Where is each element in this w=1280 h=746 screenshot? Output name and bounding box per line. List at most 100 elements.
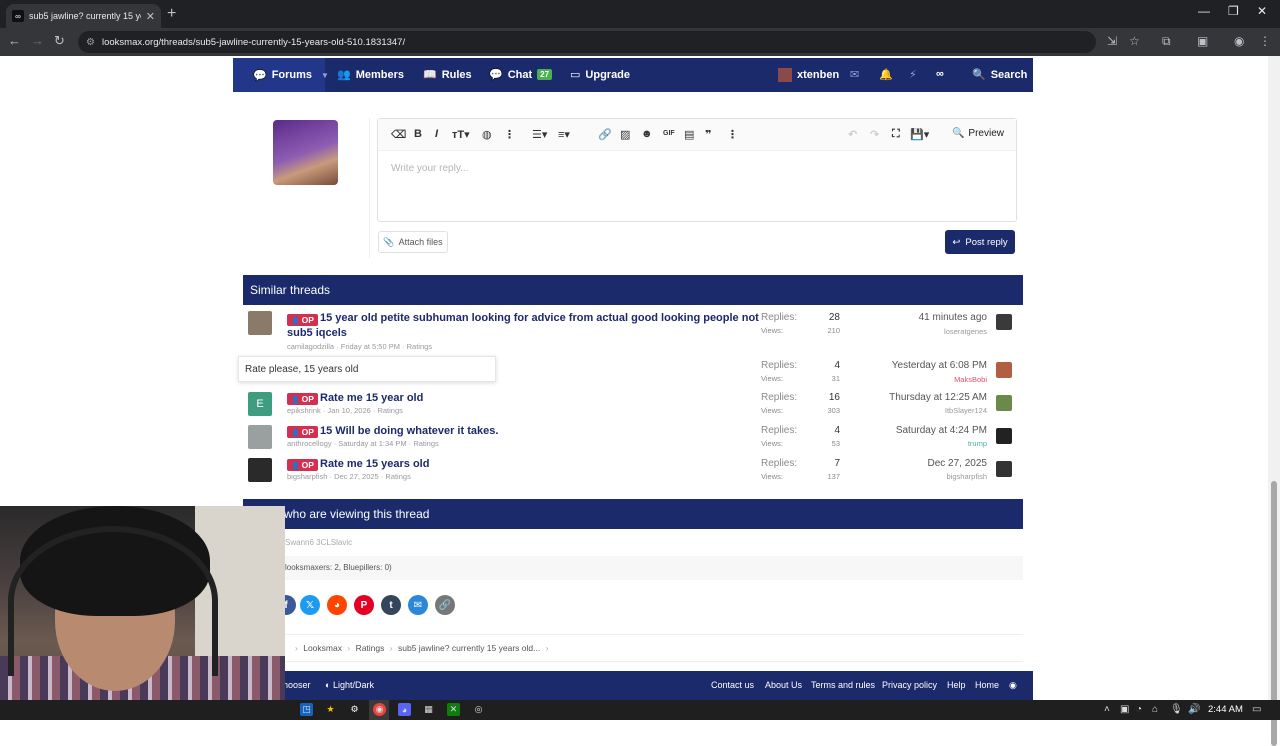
footer-contact-link[interactable]: Contact us [711, 680, 754, 690]
undo-icon[interactable]: ↶ [848, 128, 857, 141]
avatar[interactable] [996, 461, 1012, 477]
nav-upgrade[interactable]: ▭ Upgrade [570, 68, 630, 82]
tray-chevron-icon[interactable]: ˄ [1104, 704, 1110, 715]
pinterest-icon[interactable]: P [354, 595, 374, 615]
rss-icon[interactable]: ◉ [1009, 680, 1017, 691]
footer-terms-link[interactable]: Terms and rules [811, 680, 875, 690]
style-chooser-link[interactable]: hooser [283, 680, 311, 690]
forward-icon[interactable]: → [31, 33, 44, 48]
attach-files-button[interactable]: 📎 Attach files [378, 231, 448, 253]
bookmark-star-icon[interactable]: ☆ [1129, 34, 1140, 48]
fullscreen-icon[interactable]: ⛶ [892, 128, 900, 141]
image-icon[interactable]: ▨ [620, 128, 630, 141]
thread-title[interactable]: 15 year old petite subhuman looking for … [320, 312, 759, 324]
reddit-icon[interactable]: ◕ [327, 595, 347, 615]
text-size-icon[interactable]: тT▾ [452, 128, 470, 141]
infinity-icon[interactable]: ∞ [936, 68, 944, 80]
eraser-icon[interactable]: ⌫ [391, 128, 407, 141]
thread-title[interactable]: Rate me 15 years old [320, 458, 429, 470]
minimize-icon[interactable]: — [1198, 4, 1210, 18]
viewer-list[interactable]: Swann6 3CLSlavic [285, 538, 352, 547]
menu-icon[interactable]: ⋮ [1259, 34, 1271, 48]
quote-icon[interactable]: ❞ [705, 128, 711, 141]
breadcrumb-item[interactable]: sub5 jawline? currently 15 years old... [398, 643, 540, 653]
sidepanel-icon[interactable]: ▣ [1197, 34, 1208, 48]
chrome-icon[interactable]: ◉ [373, 703, 386, 716]
last-post-time[interactable]: Dec 27, 2025 [928, 458, 988, 469]
preview-button[interactable]: 🔍 Preview [952, 128, 1004, 139]
new-tab-icon[interactable]: + [167, 5, 176, 23]
obs-icon[interactable]: ◎ [472, 703, 485, 716]
list-icon[interactable]: ☰▾ [532, 128, 547, 141]
nav-members[interactable]: 👥 Members [337, 68, 404, 82]
avatar[interactable] [996, 395, 1012, 411]
last-post-time[interactable]: Saturday at 4:24 PM [896, 425, 987, 436]
thread-row[interactable]: OP 15 year old petite subhuman looking f… [243, 309, 1023, 351]
thread-title[interactable]: 15 Will be doing whatever it takes. [320, 425, 498, 437]
thread-title-line2[interactable]: sub5 iqcels [287, 327, 347, 339]
gif-icon[interactable]: GIF [663, 130, 675, 137]
tray-app-icon[interactable]: ▣ [1120, 704, 1129, 715]
back-icon[interactable]: ← [8, 33, 21, 48]
footer-privacy-link[interactable]: Privacy policy [882, 680, 937, 690]
chevron-down-icon[interactable]: ▼ [321, 71, 329, 80]
nav-search[interactable]: 🔍 Search [972, 68, 1027, 82]
calculator-icon[interactable]: ▦ [422, 703, 435, 716]
footer-home-link[interactable]: Home [975, 680, 999, 690]
footer-about-link[interactable]: About Us [765, 680, 802, 690]
avatar[interactable] [248, 425, 272, 449]
breadcrumb-item[interactable]: Looksmax [303, 643, 342, 653]
more-options-icon[interactable]: ⋮ [504, 128, 515, 141]
reload-icon[interactable]: ↻ [54, 33, 65, 49]
post-reply-button[interactable]: ↩ Post reply [945, 230, 1015, 254]
last-post-time[interactable]: Yesterday at 6:08 PM [892, 360, 987, 371]
avatar[interactable] [996, 428, 1012, 444]
notification-icon[interactable]: ▭ [1252, 704, 1261, 715]
install-icon[interactable]: ⇲ [1107, 34, 1117, 48]
nav-user[interactable]: xtenben [778, 68, 839, 82]
nav-chat[interactable]: 💬 Chat 27 [489, 68, 553, 81]
emoji-icon[interactable]: ☻ [641, 128, 653, 140]
last-post-user[interactable]: MaksBobi [954, 375, 987, 384]
palette-icon[interactable]: ◍ [482, 128, 492, 141]
bell-icon[interactable]: 🔔 [879, 68, 893, 81]
link-icon[interactable]: 🔗 [598, 128, 612, 141]
last-post-time[interactable]: 41 minutes ago [919, 312, 987, 323]
avatar[interactable]: E [248, 392, 272, 416]
reply-input[interactable]: Write your reply... [391, 163, 468, 174]
browser-tab[interactable]: ∞ sub5 jawline? currently 15 years old ✕ [6, 4, 161, 28]
maximize-icon[interactable]: ❐ [1228, 4, 1239, 18]
avatar[interactable] [996, 362, 1012, 378]
xbox-icon[interactable]: ✕ [447, 703, 460, 716]
volume-icon[interactable]: 🔊 [1188, 704, 1200, 715]
last-post-user[interactable]: ItbSlayer124 [945, 406, 987, 415]
thread-row[interactable]: OP Rate me 15 years old bigsharpfish · D… [243, 456, 1023, 489]
thread-row[interactable]: E OP Rate me 15 year old epikshrink · Ja… [243, 390, 1023, 423]
align-icon[interactable]: ≡▾ [558, 128, 570, 141]
media-icon[interactable]: ▤ [684, 128, 694, 141]
extensions-icon[interactable]: ⧉ [1162, 34, 1171, 49]
microphone-icon[interactable]: 🎙 [1170, 704, 1183, 715]
footer-help-link[interactable]: Help [947, 680, 966, 690]
theme-toggle[interactable]: ◐ Light/Dark [325, 680, 374, 690]
site-info-icon[interactable]: ⚙ [86, 37, 95, 48]
italic-icon[interactable]: I [435, 128, 438, 140]
thread-row[interactable]: OP 15 Will be doing whatever it takes. a… [243, 423, 1023, 456]
bolt-icon[interactable]: ⚡ [909, 68, 917, 81]
avatar[interactable] [996, 314, 1012, 330]
breadcrumb-item[interactable]: Ratings [356, 643, 385, 653]
close-tab-icon[interactable]: ✕ [146, 10, 155, 23]
steam-icon[interactable]: ⚙ [348, 703, 361, 716]
thread-title[interactable]: Rate me 15 year old [320, 392, 423, 404]
avatar[interactable] [248, 458, 272, 482]
taskbar-app-icon[interactable]: ◳ [300, 703, 313, 716]
profile-icon[interactable]: ◉ [1234, 34, 1244, 48]
url-input[interactable]: ⚙ looksmax.org/threads/sub5-jawline-curr… [78, 31, 1096, 53]
bold-icon[interactable]: B [414, 128, 422, 140]
link-icon[interactable]: 🔗 [435, 595, 455, 615]
email-icon[interactable]: ✉ [408, 595, 428, 615]
window-close-icon[interactable]: ✕ [1257, 4, 1267, 18]
inbox-icon[interactable]: ✉ [850, 68, 859, 81]
redo-icon[interactable]: ↷ [870, 128, 879, 141]
more-insert-icon[interactable]: ⋮ [727, 128, 738, 141]
